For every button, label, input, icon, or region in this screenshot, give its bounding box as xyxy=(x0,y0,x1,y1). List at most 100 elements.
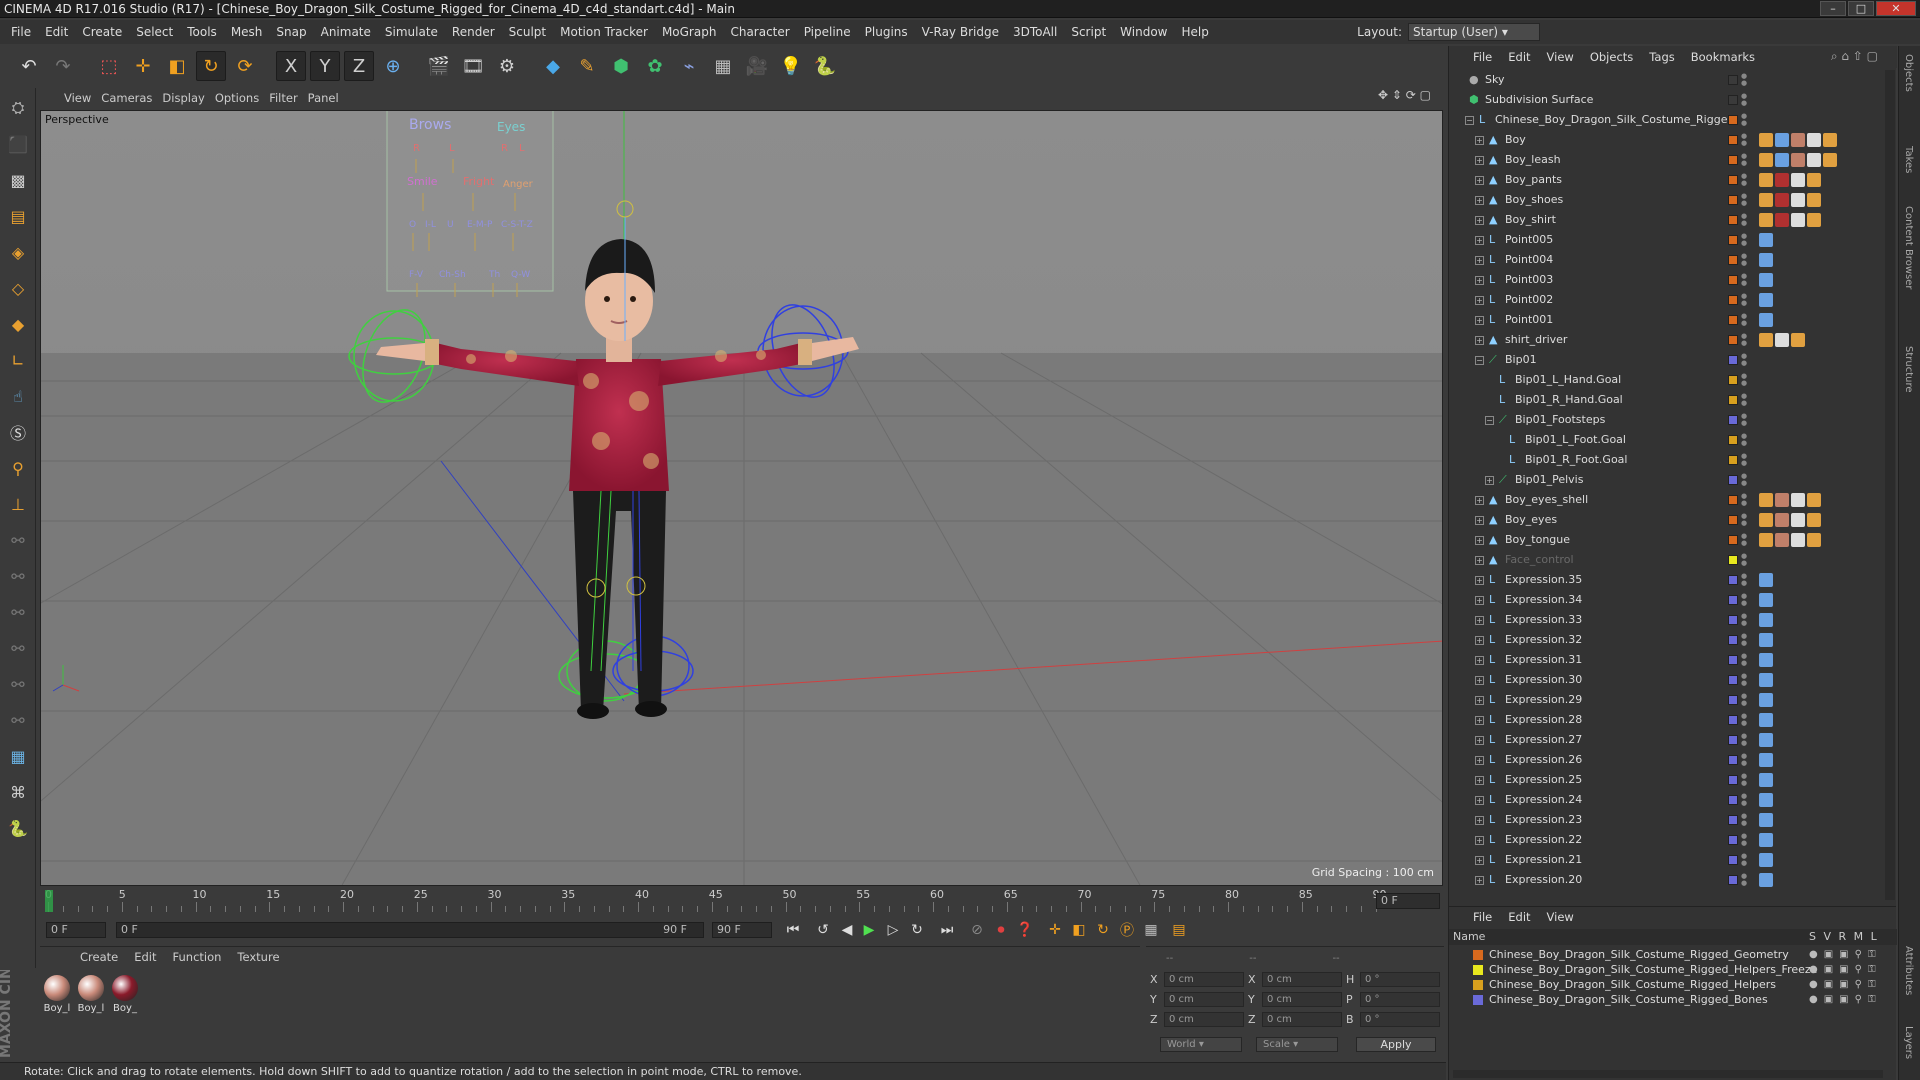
camera-icon[interactable]: 🎥 xyxy=(742,51,772,81)
tag-icon[interactable] xyxy=(1807,533,1821,547)
tag-icon[interactable] xyxy=(1775,513,1789,527)
side-tab-5[interactable]: Layers xyxy=(1903,1026,1914,1059)
tag-icon[interactable] xyxy=(1759,133,1773,147)
layer-menu-item-2[interactable]: View xyxy=(1547,910,1590,924)
cube-icon[interactable]: ◆ xyxy=(538,51,568,81)
object-row[interactable]: + L Expression.22 ● ● xyxy=(1449,830,1883,850)
expand-toggle-icon[interactable]: + xyxy=(1475,196,1484,205)
viewport-menu-item-3[interactable]: Options xyxy=(215,91,269,105)
visibility-dots-icon[interactable]: ● ● xyxy=(1741,313,1747,327)
material-swatch[interactable]: Boy_l xyxy=(42,975,72,1014)
go-to-start-icon[interactable]: ⏮ xyxy=(782,919,804,941)
bone-tool-icon[interactable]: ⚯ xyxy=(2,560,34,592)
expand-toggle-icon[interactable]: + xyxy=(1475,256,1484,265)
material-swatch[interactable]: Boy_ xyxy=(110,975,140,1014)
layer-row[interactable]: Chinese_Boy_Dragon_Silk_Costume_Rigged_B… xyxy=(1449,992,1897,1007)
visibility-dots-icon[interactable]: ● ● xyxy=(1741,273,1747,287)
layer-color-swatch[interactable] xyxy=(1728,615,1738,625)
layer-flags-icons[interactable]: ●▣▣⚲⚿ xyxy=(1809,962,1882,977)
apply-button[interactable]: Apply xyxy=(1356,1037,1436,1052)
tag-icon[interactable] xyxy=(1759,693,1773,707)
visibility-dots-icon[interactable]: ● ● xyxy=(1741,213,1747,227)
object-menu-item-1[interactable]: Edit xyxy=(1508,50,1546,64)
rotation-field[interactable]: 0 ° xyxy=(1360,991,1440,1007)
tag-icon[interactable] xyxy=(1759,673,1773,687)
tag-icon[interactable] xyxy=(1759,313,1773,327)
menu-item-0[interactable]: File xyxy=(4,20,38,44)
tag-icon[interactable] xyxy=(1759,773,1773,787)
object-row[interactable]: + L Point004 ● ● xyxy=(1449,250,1883,270)
object-row[interactable]: + ▲ shirt_driver ● ● xyxy=(1449,330,1883,350)
visibility-dots-icon[interactable]: ● ● xyxy=(1741,193,1747,207)
material-menu-item-0[interactable]: Create xyxy=(80,950,134,964)
weight-tool-icon[interactable]: ⚯ xyxy=(2,596,34,628)
side-tab-4[interactable]: Attributes xyxy=(1903,946,1914,995)
expand-toggle-icon[interactable]: + xyxy=(1475,316,1484,325)
layer-color-swatch[interactable] xyxy=(1728,395,1738,405)
size-field[interactable]: 0 cm xyxy=(1262,991,1342,1007)
tag-icon[interactable] xyxy=(1759,253,1773,267)
object-row[interactable]: + L Expression.28 ● ● xyxy=(1449,710,1883,730)
expand-toggle-icon[interactable]: + xyxy=(1475,136,1484,145)
visibility-dots-icon[interactable]: ● ● xyxy=(1741,713,1747,727)
object-row[interactable]: + ▲ Face_control ● ● xyxy=(1449,550,1883,570)
previous-frame-icon[interactable]: ◀ xyxy=(836,919,858,941)
object-row[interactable]: + L Expression.30 ● ● xyxy=(1449,670,1883,690)
end-frame-field[interactable]: 90 F xyxy=(712,922,772,938)
layer-flags-icons[interactable]: ●▣▣⚲⚿ xyxy=(1809,992,1882,1007)
material-menu-item-2[interactable]: Function xyxy=(173,950,238,964)
visibility-dots-icon[interactable]: ● ● xyxy=(1741,513,1747,527)
object-row[interactable]: + L Expression.24 ● ● xyxy=(1449,790,1883,810)
layer-color-swatch[interactable] xyxy=(1728,255,1738,265)
layer-flags-icons[interactable]: ●▣▣⚲⚿ xyxy=(1809,947,1882,962)
visibility-dots-icon[interactable]: ● ● xyxy=(1741,73,1747,87)
viewport-nav-icons[interactable]: ✥ ⇕ ⟳ ▢ xyxy=(1378,88,1431,102)
minimize-button[interactable]: – xyxy=(1820,1,1846,16)
layer-color-swatch[interactable] xyxy=(1728,495,1738,505)
points-mode-icon[interactable]: ◈ xyxy=(2,236,34,268)
expand-toggle-icon[interactable]: + xyxy=(1475,836,1484,845)
python-script-icon[interactable]: 🐍 xyxy=(2,812,34,844)
side-tab-3[interactable]: Structure xyxy=(1903,346,1914,393)
tag-icon[interactable] xyxy=(1791,493,1805,507)
object-menu-item-5[interactable]: Bookmarks xyxy=(1691,50,1771,64)
tag-icon[interactable] xyxy=(1759,573,1773,587)
object-row[interactable]: + L Expression.27 ● ● xyxy=(1449,730,1883,750)
menu-item-19[interactable]: Window xyxy=(1113,20,1174,44)
render-view-icon[interactable]: 🎬 xyxy=(424,51,454,81)
layer-color-swatch[interactable] xyxy=(1728,155,1738,165)
tag-icon[interactable] xyxy=(1759,533,1773,547)
object-row[interactable]: + L Expression.21 ● ● xyxy=(1449,850,1883,870)
tweak-mode-icon[interactable]: ☝ xyxy=(2,380,34,412)
key-scale-icon[interactable]: ◧ xyxy=(1068,919,1090,941)
layer-color-swatch[interactable] xyxy=(1728,515,1738,525)
layer-color-swatch[interactable] xyxy=(1728,415,1738,425)
visibility-dots-icon[interactable]: ● ● xyxy=(1741,853,1747,867)
layer-color-swatch[interactable] xyxy=(1728,295,1738,305)
viewport-menu-item-4[interactable]: Filter xyxy=(269,91,307,105)
object-row[interactable]: ● Sky ● ● xyxy=(1449,70,1883,90)
playhead[interactable] xyxy=(45,890,53,912)
object-menu-item-4[interactable]: Tags xyxy=(1649,50,1690,64)
pen-icon[interactable]: ✎ xyxy=(572,51,602,81)
tag-icon[interactable] xyxy=(1759,733,1773,747)
tag-icon[interactable] xyxy=(1791,173,1805,187)
rotate-icon[interactable]: ↻ xyxy=(196,51,226,81)
paint-tool-icon[interactable]: ⚯ xyxy=(2,632,34,664)
joint-tool-icon[interactable]: ⊥ xyxy=(2,488,34,520)
visibility-dots-icon[interactable]: ● ● xyxy=(1741,473,1747,487)
object-row[interactable]: + L Point001 ● ● xyxy=(1449,310,1883,330)
polygons-mode-icon[interactable]: ◆ xyxy=(2,308,34,340)
position-field[interactable]: 0 cm xyxy=(1164,991,1244,1007)
menu-item-7[interactable]: Animate xyxy=(314,20,378,44)
key-position-icon[interactable]: ✛ xyxy=(1044,919,1066,941)
layer-color-swatch[interactable] xyxy=(1728,135,1738,145)
layer-color-swatch[interactable] xyxy=(1728,835,1738,845)
play-icon[interactable]: ▶ xyxy=(858,919,880,941)
menu-item-16[interactable]: V-Ray Bridge xyxy=(915,20,1006,44)
object-row[interactable]: + ▲ Boy ● ● xyxy=(1449,130,1883,150)
tag-icon[interactable] xyxy=(1807,493,1821,507)
tag-icon[interactable] xyxy=(1791,153,1805,167)
object-row[interactable]: + ▲ Boy_tongue ● ● xyxy=(1449,530,1883,550)
timeline-window-icon[interactable]: ▤ xyxy=(1168,919,1190,941)
